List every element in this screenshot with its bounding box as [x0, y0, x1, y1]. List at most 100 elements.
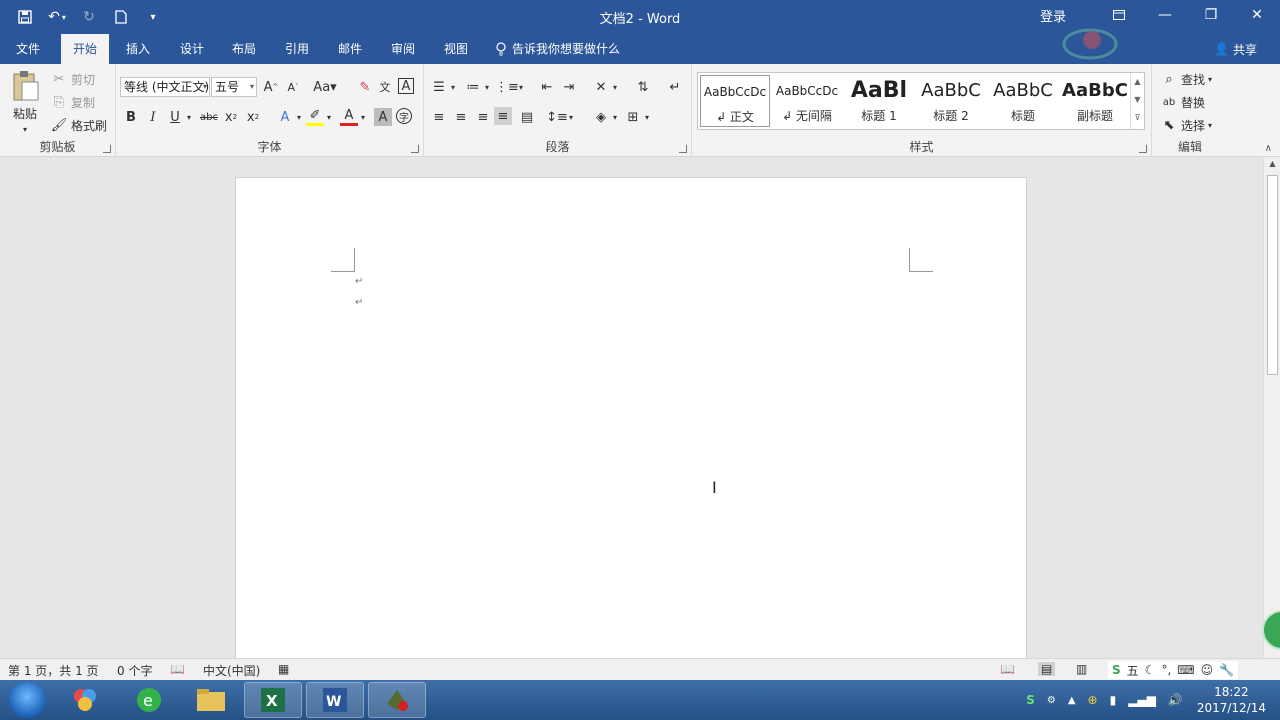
subscript-button[interactable]: x2 [222, 108, 240, 126]
ime-toolbar[interactable]: S 五 ☾ °, ⌨ ☺ 🔧 [1108, 661, 1239, 679]
tab-mailings[interactable]: 邮件 [326, 34, 374, 64]
macro-icon[interactable]: ▦ [278, 662, 289, 676]
share-button[interactable]: 👤 共享 [1207, 37, 1264, 61]
line-spacing-button[interactable]: ↕≡ ▾ [546, 108, 573, 126]
styles-launcher-icon[interactable] [1139, 145, 1147, 153]
tell-me-search[interactable]: 告诉我你想要做什么 [496, 34, 620, 64]
taskbar-app-colorful[interactable] [56, 682, 114, 718]
bold-button[interactable]: B [122, 108, 140, 126]
restore-icon[interactable]: ❐ [1188, 0, 1234, 30]
start-button[interactable] [8, 682, 46, 718]
tab-design[interactable]: 设计 [168, 34, 216, 64]
shield-icon[interactable]: ⊕ [1088, 693, 1098, 707]
asian-layout-button[interactable]: ✕ ▾ [592, 78, 617, 96]
borders-button[interactable]: ⊞ ▾ [624, 108, 649, 126]
enclose-characters-button[interactable]: 字 [396, 108, 412, 124]
style-title[interactable]: AaBbC 标题 [988, 75, 1058, 127]
collapse-ribbon-icon[interactable]: ∧ [1265, 143, 1272, 154]
scroll-up-arrow-icon[interactable]: ▲ [1264, 159, 1280, 173]
decrease-indent-button[interactable]: ⇤ [538, 78, 556, 96]
sort-button[interactable]: ⇅ [634, 78, 652, 96]
phonetic-guide-button[interactable]: 文 [376, 78, 394, 96]
character-border-button[interactable]: A [398, 78, 414, 94]
tab-home[interactable]: 开始 [61, 34, 110, 64]
tab-layout[interactable]: 布局 [220, 34, 268, 64]
ribbon-display-options-icon[interactable] [1096, 0, 1142, 30]
text-effects-button[interactable]: A ▾ [276, 108, 301, 126]
page-count-status[interactable]: 第 1 页，共 1 页 [8, 662, 99, 679]
superscript-button[interactable]: x2 [244, 108, 262, 126]
font-size-select[interactable]: 五号 ▾ [211, 77, 257, 97]
font-launcher-icon[interactable] [411, 145, 419, 153]
change-case-button[interactable]: Aa▾ [312, 78, 338, 96]
replace-button[interactable]: ab 替换 [1160, 93, 1205, 111]
sogou-tray-icon[interactable]: S [1026, 693, 1035, 707]
underline-button[interactable]: U ▾ [166, 108, 191, 126]
language-status[interactable]: 中文(中国) [203, 662, 260, 679]
web-layout-icon[interactable]: ▥ [1076, 662, 1087, 676]
scroll-up-icon[interactable]: ▲ [1131, 73, 1144, 91]
taskbar-app-excel[interactable]: X [244, 682, 302, 718]
find-button[interactable]: ⌕ 查找 ▾ [1160, 70, 1212, 88]
tab-insert[interactable]: 插入 [114, 34, 162, 64]
styles-gallery-scroll[interactable]: ▲ ▼ ⊽ [1130, 73, 1144, 129]
italic-button[interactable]: I [144, 108, 162, 126]
paste-button[interactable]: 粘贴 ▾ [8, 70, 42, 134]
shrink-font-button[interactable]: Aˇ [284, 78, 302, 96]
tab-view[interactable]: 视图 [432, 34, 480, 64]
tab-references[interactable]: 引用 [273, 34, 321, 64]
align-center-button[interactable]: ≡ [452, 108, 470, 126]
style-heading-1[interactable]: AaBl 标题 1 [844, 75, 914, 127]
grow-font-button[interactable]: A ^ [262, 78, 280, 96]
font-family-select[interactable]: 等线 (中文正文) ▾ [120, 77, 210, 97]
style-no-spacing[interactable]: AaBbCcDc ↲ 无间隔 [772, 75, 842, 127]
justify-button[interactable]: ≡ [494, 107, 512, 125]
clear-formatting-button[interactable]: ✎ [356, 78, 374, 96]
proofing-icon[interactable]: 📖 [170, 662, 185, 676]
more-styles-icon[interactable]: ⊽ [1131, 109, 1144, 127]
font-color-button[interactable]: A ▾ [340, 108, 365, 126]
scroll-down-icon[interactable]: ▼ [1131, 91, 1144, 109]
volume-icon[interactable]: 🔊 [1168, 693, 1183, 707]
signal-icon[interactable]: ▂▄▆ [1128, 693, 1156, 707]
signin-link[interactable]: 登录 [1040, 6, 1066, 25]
copy-button[interactable]: ⎘ 复制 [50, 93, 95, 111]
vertical-scrollbar[interactable]: ▲ [1263, 157, 1280, 658]
shading-button[interactable]: ◈ ▾ [592, 108, 617, 126]
network-icon[interactable]: ▮ [1110, 693, 1117, 707]
cut-button[interactable]: ✂ 剪切 [50, 70, 95, 88]
print-layout-icon[interactable]: ▤ [1038, 662, 1056, 676]
format-painter-button[interactable]: 🖌 格式刷 [50, 116, 107, 134]
increase-indent-button[interactable]: ⇥ [560, 78, 578, 96]
character-shading-button[interactable]: A [374, 108, 392, 126]
highlight-button[interactable]: ✐ ▾ [306, 108, 331, 126]
clipboard-launcher-icon[interactable] [103, 145, 111, 153]
align-left-button[interactable]: ≡ [430, 108, 448, 126]
tab-file[interactable]: 文件 [4, 34, 52, 64]
taskbar-app-browser[interactable]: e [120, 682, 178, 718]
numbering-button[interactable]: ≔ ▾ [464, 78, 490, 96]
close-icon[interactable]: ✕ [1234, 0, 1280, 30]
show-marks-button[interactable]: ↵ [666, 78, 684, 96]
scroll-thumb[interactable] [1267, 175, 1278, 375]
word-count-status[interactable]: 0 个字 [117, 662, 152, 679]
taskbar-app-word[interactable]: W [306, 682, 364, 718]
multilevel-list-button[interactable]: ⋮≡ ▾ [495, 78, 523, 96]
taskbar-app-recorder[interactable] [368, 682, 426, 718]
tab-review[interactable]: 审阅 [379, 34, 427, 64]
strikethrough-button[interactable]: abc [198, 108, 220, 126]
taskbar-app-explorer[interactable] [182, 682, 240, 718]
minimize-icon[interactable]: — [1142, 0, 1188, 30]
read-mode-icon[interactable]: 📖 [1000, 662, 1015, 676]
clock[interactable]: 18:22 2017/12/14 [1197, 684, 1266, 716]
style-normal[interactable]: AaBbCcDc ↲ 正文 [700, 75, 770, 127]
select-button[interactable]: ⬉ 选择 ▾ [1160, 116, 1212, 134]
align-right-button[interactable]: ≡ [474, 108, 492, 126]
bullets-button[interactable]: ☰ ▾ [430, 78, 455, 96]
distributed-button[interactable]: ▤ [518, 108, 536, 126]
tray-settings-icon[interactable]: ⚙ [1047, 695, 1056, 706]
document-page[interactable]: ↵ ↵ I [235, 177, 1027, 658]
paragraph-launcher-icon[interactable] [679, 145, 687, 153]
show-hidden-icons-icon[interactable]: ▲ [1068, 695, 1076, 706]
style-subtitle[interactable]: AaBbC 副标题 [1060, 75, 1130, 127]
